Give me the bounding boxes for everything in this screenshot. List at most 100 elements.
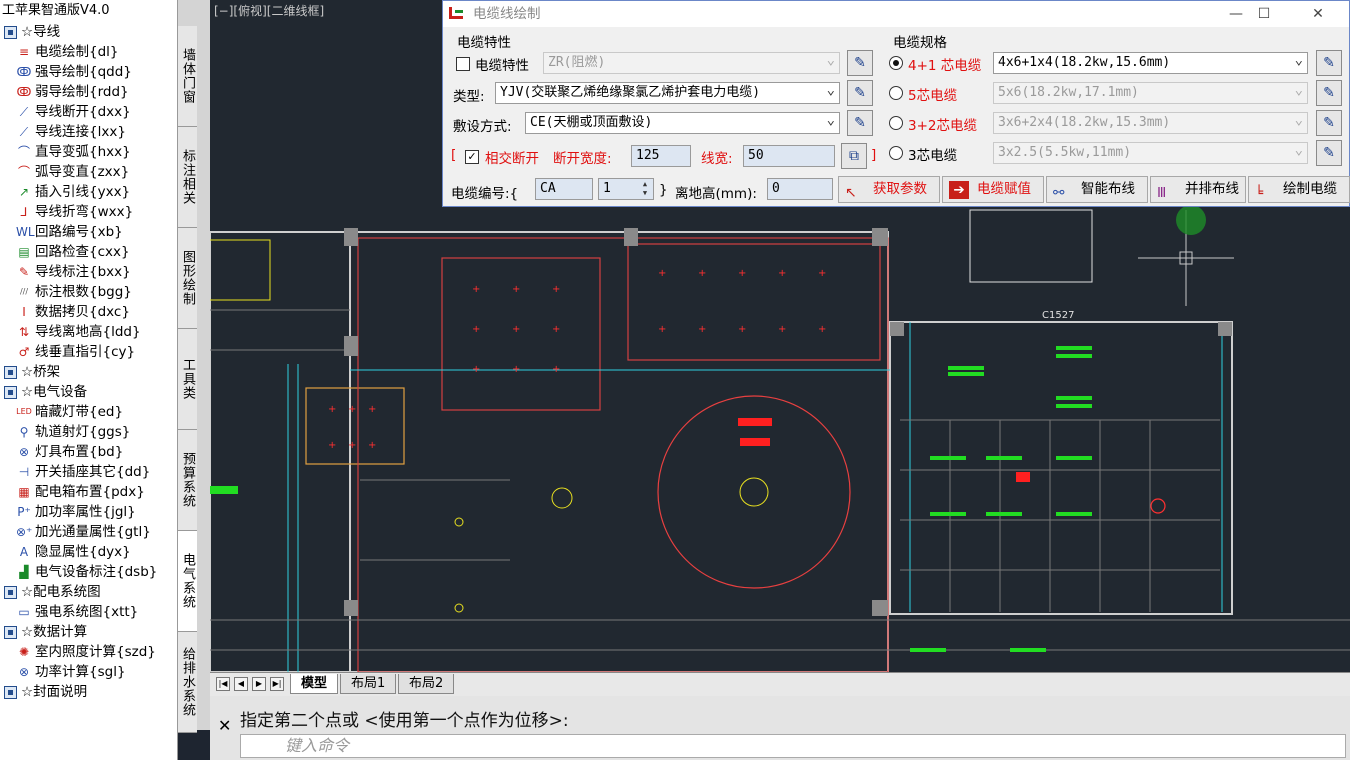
pick-icon[interactable]: ⧉ xyxy=(841,143,867,169)
parallel-route-button[interactable]: Ⅲ 并排布线 xyxy=(1150,176,1246,203)
width-input[interactable]: 50 xyxy=(743,145,835,167)
edit-icon[interactable]: ✎ xyxy=(1316,80,1342,106)
tree-item[interactable]: ⚲ 轨道射灯{ggs} xyxy=(0,422,177,442)
tree-item[interactable]: ⌒ 直导变弧{hxx} xyxy=(0,142,177,162)
vtab-0[interactable]: 墙体门窗 xyxy=(178,26,197,127)
get-params-button[interactable]: ↖ 获取参数 xyxy=(838,176,940,203)
edit-icon[interactable]: ✎ xyxy=(847,50,873,76)
tree-item[interactable]: ⊣ 开关插座其它{dd} xyxy=(0,462,177,482)
tree-item[interactable]: ⌒ 弧导变直{zxx} xyxy=(0,162,177,182)
spec-radio-0[interactable] xyxy=(889,56,903,70)
spec-select-2[interactable]: 3x6+2x4(18.2kw,15.3mm) xyxy=(993,112,1308,134)
tree-group[interactable]: ☆电气设备 xyxy=(0,382,177,402)
tree-group[interactable]: ☆配电系统图 xyxy=(0,582,177,602)
vtab-2[interactable]: 图形绘制 xyxy=(178,228,197,329)
tree-item[interactable]: Ⅰ 数据拷贝{dxc} xyxy=(0,302,177,322)
type-select[interactable]: YJV(交联聚乙烯绝缘聚氯乙烯护套电力电缆) xyxy=(495,82,840,104)
svg-text:+: + xyxy=(818,268,826,279)
tree-item[interactable]: WL 回路编号{xb} xyxy=(0,222,177,242)
spec-label-2: 3+2芯电缆 xyxy=(908,118,977,134)
tree-item[interactable]: ✎ 导线标注{bxx} xyxy=(0,262,177,282)
vtab-5[interactable]: 电气系统 xyxy=(178,531,197,632)
nav-last-icon[interactable]: ▶| xyxy=(270,677,284,691)
number-prefix-input[interactable]: CA xyxy=(535,178,593,200)
spec-radio-3[interactable] xyxy=(889,146,903,160)
tree-item[interactable]: ⊗ 灯具布置{bd} xyxy=(0,442,177,462)
tree-item[interactable]: /// 标注根数{bgg} xyxy=(0,282,177,302)
layout-tab-1[interactable]: 布局1 xyxy=(340,674,397,694)
close-icon[interactable]: ✕ xyxy=(218,716,231,735)
svg-text:+: + xyxy=(368,404,376,415)
tree-item[interactable]: ⊗⁺ 加光通量属性{gtl} xyxy=(0,522,177,542)
tree-group[interactable]: ☆桥架 xyxy=(0,362,177,382)
nav-prev-icon[interactable]: ◀ xyxy=(234,677,248,691)
tree-item[interactable]: ↂ 强导绘制{qdd} xyxy=(0,62,177,82)
layout-tabs-bar: |◀ ◀ ▶ ▶| 模型 布局1 布局2 xyxy=(210,672,1350,696)
nav-first-icon[interactable]: |◀ xyxy=(216,677,230,691)
tree-item[interactable]: ⊗ 功率计算{sgl} xyxy=(0,662,177,682)
maximize-icon[interactable]: ☐ xyxy=(1241,1,1287,27)
tree-item[interactable]: ▟ 电气设备标注{dsb} xyxy=(0,562,177,582)
dialog-titlebar[interactable]: 电缆线绘制 — ☐ ✕ xyxy=(443,1,1349,27)
tree-label: 数据拷贝{dxc} xyxy=(35,304,130,320)
tree-group[interactable]: ☆导线 xyxy=(0,22,177,42)
tree-item[interactable]: ↗ 插入引线{yxx} xyxy=(0,182,177,202)
tree-item[interactable]: ⇅ 导线离地高{ldd} xyxy=(0,322,177,342)
vtab-4[interactable]: 预算系统 xyxy=(178,430,197,531)
vtab-1[interactable]: 标注相关 xyxy=(178,127,197,228)
tree-label: ☆电气设备 xyxy=(21,384,88,400)
tree-item[interactable]: ▦ 配电箱布置{pdx} xyxy=(0,482,177,502)
tree-item[interactable]: ▭ 强电系统图{xtt} xyxy=(0,602,177,622)
spec-select-3[interactable]: 3x2.5(5.5kw,11mm) xyxy=(993,142,1308,164)
lamp-icon: ⊗ xyxy=(18,445,30,459)
edit-icon[interactable]: ✎ xyxy=(1316,50,1342,76)
smart-route-button[interactable]: ⚯ 智能布线 xyxy=(1046,176,1148,203)
tree-item[interactable]: ⟋ 导线断开{dxx} xyxy=(0,102,177,122)
edit-icon[interactable]: ✎ xyxy=(1316,140,1342,166)
tree-group[interactable]: ☆数据计算 xyxy=(0,622,177,642)
assign-cable-button[interactable]: ➔ 电缆赋值 xyxy=(942,176,1044,203)
spec-radio-2[interactable] xyxy=(889,116,903,130)
gap-input[interactable]: 125 xyxy=(631,145,691,167)
edit-icon[interactable]: ✎ xyxy=(1316,110,1342,136)
spec-select-1[interactable]: 5x6(18.2kw,17.1mm) xyxy=(993,82,1308,104)
number-stepper[interactable]: 1 ▲ ▼ xyxy=(598,178,654,200)
tree-item[interactable]: ✺ 室内照度计算{szd} xyxy=(0,642,177,662)
height-input[interactable]: 0 xyxy=(767,178,833,200)
layout-tab-2[interactable]: 布局2 xyxy=(398,674,455,694)
prop-select[interactable]: ZR(阻燃) xyxy=(543,52,840,74)
close-icon[interactable]: ✕ xyxy=(1295,1,1341,27)
tree-item[interactable]: LED 暗藏灯带{ed} xyxy=(0,402,177,422)
spec-radio-1[interactable] xyxy=(889,86,903,100)
laying-select[interactable]: CE(天棚或顶面敷设) xyxy=(525,112,840,134)
draw-cable-button[interactable]: ╘ 绘制电缆 xyxy=(1248,176,1350,203)
vtab-3[interactable]: 工具类 xyxy=(178,329,197,430)
tree-item[interactable]: ♂ 线垂直指引{cy} xyxy=(0,342,177,362)
tree-item[interactable]: ↂ 弱导绘制{rdd} xyxy=(0,82,177,102)
tree-item[interactable]: A 隐显属性{dyx} xyxy=(0,542,177,562)
folder-icon xyxy=(4,385,17,399)
edit-icon[interactable]: ✎ xyxy=(847,110,873,136)
command-input[interactable]: 键入命令 xyxy=(240,734,1346,758)
layout-tab-0[interactable]: 模型 xyxy=(290,674,339,694)
prop-checkbox[interactable] xyxy=(456,57,470,71)
stepper-up-icon[interactable]: ▲ xyxy=(639,180,651,189)
spec-select-0[interactable]: 4x6+1x4(18.2kw,15.6mm) xyxy=(993,52,1308,74)
stepper-down-icon[interactable]: ▼ xyxy=(639,189,651,198)
svg-text:+: + xyxy=(698,324,706,335)
tree-item[interactable]: ⅃ 导线折弯{wxx} xyxy=(0,202,177,222)
folder-icon xyxy=(4,685,17,699)
edit-icon[interactable]: ✎ xyxy=(847,80,873,106)
viewport-label[interactable]: [−][俯视][二维线框] xyxy=(214,2,324,19)
intersect-checkbox[interactable]: ✓ xyxy=(465,150,479,164)
tree-item[interactable]: ▤ 回路检查{cxx} xyxy=(0,242,177,262)
nav-next-icon[interactable]: ▶ xyxy=(252,677,266,691)
number-label: 电缆编号:{ xyxy=(451,186,519,202)
tree-item[interactable]: ≡ 电缆绘制{dl} xyxy=(0,42,177,62)
wire-label-icon: ✎ xyxy=(18,265,30,279)
tree-item[interactable]: ⟋ 导线连接{lxx} xyxy=(0,122,177,142)
tree-group[interactable]: ☆封面说明 xyxy=(0,682,177,702)
vtab-6[interactable]: 给排水系统 xyxy=(178,632,197,733)
svg-text:+: + xyxy=(818,324,826,335)
tree-item[interactable]: P⁺ 加功率属性{jgl} xyxy=(0,502,177,522)
